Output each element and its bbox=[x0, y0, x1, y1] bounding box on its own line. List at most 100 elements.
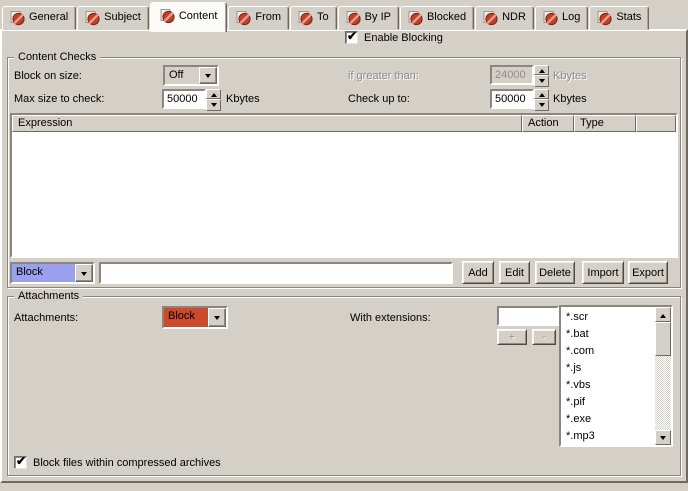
minus-icon: - bbox=[542, 331, 546, 343]
with-extensions-label: With extensions: bbox=[350, 312, 431, 324]
blocked-icon bbox=[85, 11, 100, 26]
content-blocking-dialog: General Subject Content From To By IP Bl… bbox=[0, 0, 688, 491]
max-size-input[interactable] bbox=[162, 89, 206, 109]
block-on-size-combo[interactable]: Off bbox=[163, 65, 219, 86]
attachments-title: Attachments bbox=[14, 290, 83, 302]
tab-label: NDR bbox=[502, 11, 526, 23]
tab-by-ip[interactable]: By IP bbox=[338, 6, 399, 30]
spin-down-icon[interactable] bbox=[534, 99, 549, 111]
list-item[interactable]: *.com bbox=[566, 343, 655, 360]
max-size-label: Max size to check: bbox=[14, 93, 104, 105]
add-button-label: Add bbox=[468, 267, 488, 279]
column-header-action[interactable]: Action bbox=[522, 115, 574, 132]
tab-label: Subject bbox=[104, 11, 141, 23]
edit-button-label: Edit bbox=[505, 267, 524, 279]
if-greater-than-spinner bbox=[490, 65, 549, 85]
tab-subject[interactable]: Subject bbox=[77, 6, 149, 30]
spin-down-icon[interactable] bbox=[534, 75, 549, 87]
expression-action-combo[interactable]: Block bbox=[10, 262, 95, 284]
tab-general[interactable]: General bbox=[2, 6, 76, 30]
enable-blocking-label: Enable Blocking bbox=[364, 32, 443, 44]
add-button[interactable]: Add bbox=[462, 261, 494, 284]
list-item[interactable]: *.exe bbox=[566, 411, 655, 428]
delete-button-label: Delete bbox=[539, 267, 571, 279]
tab-label: Content bbox=[179, 10, 218, 22]
max-size-spinner bbox=[162, 89, 221, 109]
column-header-type[interactable]: Type bbox=[574, 115, 636, 132]
list-item[interactable]: *.vbs bbox=[566, 377, 655, 394]
blocked-icon bbox=[10, 11, 25, 26]
expression-action-value: Block bbox=[12, 264, 75, 282]
spin-down-icon[interactable] bbox=[206, 99, 221, 111]
import-button-label: Import bbox=[587, 267, 618, 279]
tab-from[interactable]: From bbox=[228, 6, 289, 30]
block-on-size-label: Block on size: bbox=[14, 70, 82, 82]
extensions-scrollbar[interactable] bbox=[655, 307, 671, 445]
extensions-items: *.scr *.bat *.com *.js *.vbs *.pif *.exe… bbox=[561, 307, 655, 445]
delete-button[interactable]: Delete bbox=[535, 261, 575, 284]
list-item[interactable]: *.js bbox=[566, 360, 655, 377]
block-on-size-value: Off bbox=[165, 67, 199, 84]
tab-label: From bbox=[255, 11, 281, 23]
list-item[interactable]: *.scr bbox=[566, 309, 655, 326]
list-item[interactable]: *.mp3 bbox=[566, 428, 655, 445]
check-icon: ✔ bbox=[16, 454, 26, 468]
blocked-icon bbox=[298, 11, 313, 26]
if-greater-than-unit: Kbytes bbox=[553, 70, 587, 82]
column-header-blank bbox=[636, 115, 676, 132]
column-header-expression[interactable]: Expression bbox=[12, 115, 522, 132]
list-item[interactable]: *.pif bbox=[566, 394, 655, 411]
extension-add-button[interactable]: + bbox=[497, 329, 527, 345]
tab-label: Stats bbox=[616, 11, 641, 23]
spin-up-icon[interactable] bbox=[534, 89, 549, 99]
block-compressed-label: Block files within compressed archives bbox=[33, 457, 221, 469]
max-size-unit: Kbytes bbox=[226, 93, 260, 105]
check-up-to-input[interactable] bbox=[490, 89, 534, 109]
export-button[interactable]: Export bbox=[628, 261, 668, 284]
import-button[interactable]: Import bbox=[582, 261, 624, 284]
expression-input[interactable] bbox=[99, 262, 453, 284]
expression-list-header: Expression Action Type bbox=[12, 115, 676, 132]
if-greater-than-input bbox=[490, 65, 534, 85]
check-up-to-label: Check up to: bbox=[348, 93, 410, 105]
edit-button[interactable]: Edit bbox=[499, 261, 530, 284]
extension-remove-button[interactable]: - bbox=[532, 329, 556, 345]
blocked-icon bbox=[236, 11, 251, 26]
enable-blocking-checkbox[interactable]: ✔ bbox=[345, 31, 358, 44]
expression-list-body[interactable] bbox=[12, 132, 676, 256]
tab-ndr[interactable]: NDR bbox=[475, 6, 534, 30]
if-greater-than-label: if greater than: bbox=[348, 70, 419, 82]
spin-up-icon[interactable] bbox=[206, 89, 221, 99]
tab-to[interactable]: To bbox=[290, 6, 337, 30]
tab-stats[interactable]: Stats bbox=[589, 6, 649, 30]
check-icon: ✔ bbox=[347, 29, 357, 43]
extension-input[interactable] bbox=[497, 306, 559, 326]
attachments-action-value: Block bbox=[164, 308, 208, 327]
blocked-icon bbox=[160, 9, 175, 24]
spin-up-icon[interactable] bbox=[534, 65, 549, 75]
check-up-to-spinner bbox=[490, 89, 549, 109]
scrollbar-track[interactable] bbox=[655, 356, 671, 430]
chevron-down-icon[interactable] bbox=[208, 308, 226, 327]
expression-list[interactable]: Expression Action Type bbox=[10, 113, 678, 258]
scroll-down-icon[interactable] bbox=[655, 430, 671, 445]
scroll-up-icon[interactable] bbox=[655, 307, 671, 322]
blocked-icon bbox=[408, 11, 423, 26]
scrollbar-thumb[interactable] bbox=[655, 322, 671, 356]
content-checks-title: Content Checks bbox=[14, 51, 100, 63]
export-button-label: Export bbox=[632, 267, 664, 279]
attachments-action-combo[interactable]: Block bbox=[162, 306, 228, 329]
tab-log[interactable]: Log bbox=[535, 6, 588, 30]
tab-label: By IP bbox=[365, 11, 391, 23]
list-item[interactable]: *.bat bbox=[566, 326, 655, 343]
tab-blocked[interactable]: Blocked bbox=[400, 6, 474, 30]
blocked-icon bbox=[346, 11, 361, 26]
tab-content[interactable]: Content bbox=[150, 2, 228, 32]
block-compressed-checkbox[interactable]: ✔ bbox=[14, 456, 27, 469]
chevron-down-icon[interactable] bbox=[199, 67, 217, 84]
extensions-listbox[interactable]: *.scr *.bat *.com *.js *.vbs *.pif *.exe… bbox=[559, 305, 673, 447]
attachments-label: Attachments: bbox=[14, 312, 78, 324]
tab-label: Log bbox=[562, 11, 580, 23]
chevron-down-icon[interactable] bbox=[75, 264, 93, 282]
enable-blocking-checkbox-row: ✔ Enable Blocking bbox=[345, 31, 443, 44]
